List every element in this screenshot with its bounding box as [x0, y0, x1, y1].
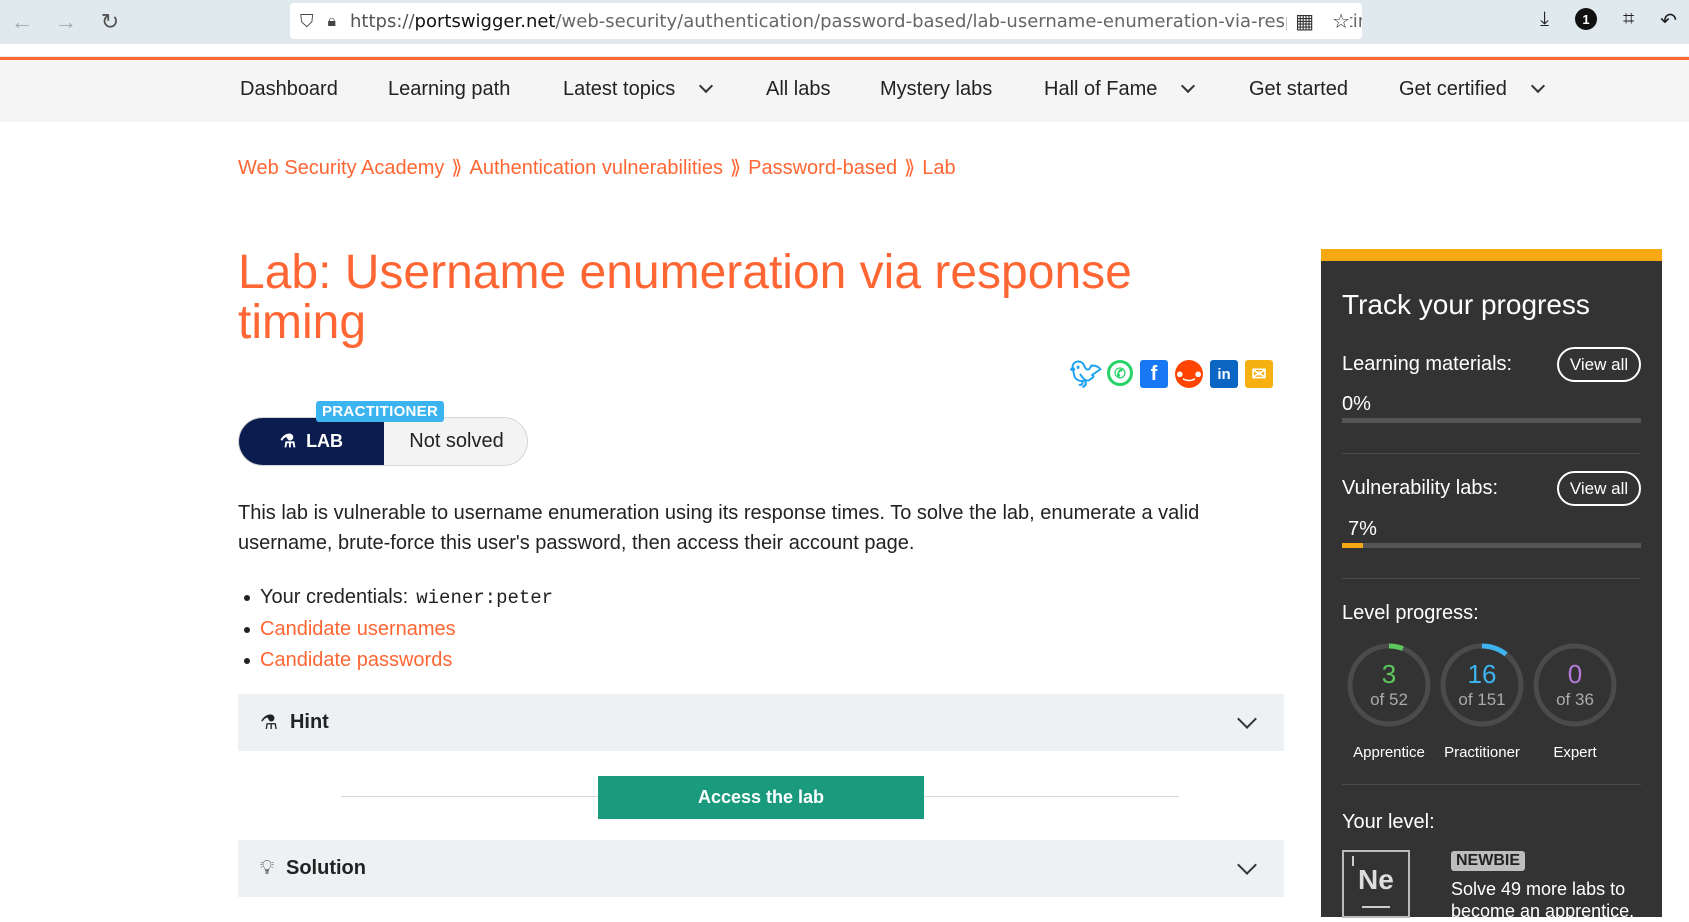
- labs-percent: 7%: [1348, 518, 1377, 540]
- lock-icon[interactable]: 🔒︎: [328, 11, 337, 31]
- chevron-down-icon: [699, 78, 714, 94]
- address-bar[interactable]: ⛉ 🔒︎ https://portswigger.net/web-securit…: [290, 3, 1362, 39]
- nav-hall-of-fame[interactable]: Hall of Fame: [1044, 78, 1196, 101]
- level-progress-label: Level progress:: [1342, 602, 1479, 624]
- email-icon[interactable]: ✉: [1245, 360, 1273, 388]
- level-total: of 52: [1370, 690, 1408, 709]
- lightbulb-icon: 💡︎: [260, 857, 274, 879]
- labs-progress-fill: [1342, 543, 1363, 548]
- qr-code-icon[interactable]: ▦: [1295, 9, 1314, 33]
- bookmark-star-icon[interactable]: ☆: [1332, 9, 1350, 33]
- level-count: 0: [1567, 659, 1583, 689]
- lab-status: Not solved: [409, 430, 504, 452]
- learning-view-all-button[interactable]: View all: [1557, 347, 1641, 382]
- candidate-passwords-link[interactable]: Candidate passwords: [260, 649, 452, 671]
- progress-title: Track your progress: [1342, 289, 1590, 320]
- forward-icon[interactable]: →: [44, 0, 88, 44]
- level-total: of 36: [1556, 690, 1594, 709]
- level-element-icon: Ne: [1342, 850, 1410, 918]
- twitter-icon[interactable]: 🐦︎: [1070, 359, 1103, 389]
- divider: [1342, 784, 1641, 785]
- labs-view-all-button[interactable]: View all: [1557, 471, 1641, 506]
- list-item: Candidate usernames: [238, 614, 553, 645]
- lab-status-badge: ⚗ LAB Not solved: [238, 417, 528, 466]
- nav-latest-topics[interactable]: Latest topics: [563, 78, 714, 101]
- learning-progress-bar: [1342, 418, 1641, 423]
- download-icon[interactable]: ⤓: [1540, 8, 1549, 33]
- reddit-icon[interactable]: ●‿●: [1175, 360, 1203, 388]
- url-prefix: https://: [350, 10, 415, 32]
- divider: [1342, 453, 1641, 454]
- chevron-down-icon: [1237, 709, 1257, 729]
- level-name: Practitioner: [1444, 744, 1520, 761]
- flask-icon: ⚗: [279, 431, 297, 451]
- undo-icon[interactable]: ↶: [1660, 8, 1677, 33]
- flask-icon: ⚗: [260, 712, 278, 734]
- credentials-value: wiener:peter: [416, 587, 554, 609]
- crop-icon[interactable]: ⌗: [1623, 8, 1634, 33]
- breadcrumb-web-security-academy[interactable]: Web Security Academy: [238, 157, 444, 179]
- breadcrumb-authentication[interactable]: Authentication vulnerabilities: [470, 157, 724, 179]
- your-level-label: Your level:: [1342, 811, 1435, 833]
- chevron-down-icon: [1237, 855, 1257, 875]
- page-title: Lab: Username enumeration via response t…: [238, 246, 1132, 349]
- level-badge: NEWBIE: [1451, 851, 1525, 871]
- level-name: Apprentice: [1353, 744, 1425, 761]
- header-strip: [0, 44, 1689, 57]
- learning-materials-label: Learning materials:: [1342, 353, 1513, 375]
- url-path: /web-security/authentication/password-ba…: [555, 10, 1362, 32]
- level-name: Expert: [1553, 744, 1597, 761]
- candidate-usernames-link[interactable]: Candidate usernames: [260, 618, 456, 640]
- browser-toolbar: ← → ↻ ⛉ 🔒︎ https://portswigger.net/web-s…: [0, 0, 1689, 44]
- breadcrumb-lab[interactable]: Lab: [922, 157, 955, 179]
- lab-resources-list: Your credentials: wiener:peter Candidate …: [238, 582, 553, 676]
- hint-accordion[interactable]: ⚗ Hint: [238, 694, 1284, 751]
- labs-progress-bar: [1342, 543, 1641, 548]
- level-count: 16: [1467, 659, 1497, 689]
- shield-icon[interactable]: ⛉: [300, 11, 314, 32]
- main-nav: Dashboard Learning path Latest topics Al…: [0, 60, 1689, 122]
- level-tag: PRACTITIONER: [316, 401, 445, 422]
- credentials-item: Your credentials: wiener:peter: [238, 582, 553, 614]
- back-icon[interactable]: ←: [0, 0, 44, 44]
- nav-all-labs[interactable]: All labs: [766, 78, 830, 101]
- solution-accordion[interactable]: 💡︎ Solution: [238, 840, 1284, 897]
- level-total: of 151: [1458, 690, 1506, 709]
- nav-mystery-labs[interactable]: Mystery labs: [880, 78, 992, 101]
- nav-dashboard[interactable]: Dashboard: [240, 78, 338, 101]
- nav-learning-path[interactable]: Learning path: [388, 78, 510, 101]
- linkedin-icon[interactable]: in: [1210, 360, 1238, 388]
- notification-badge[interactable]: 1: [1574, 8, 1597, 30]
- lab-type-label: ⚗ LAB: [239, 418, 384, 465]
- vulnerability-labs-label: Vulnerability labs:: [1342, 477, 1499, 499]
- nav-get-certified[interactable]: Get certified: [1399, 78, 1545, 101]
- nav-get-started[interactable]: Get started: [1249, 78, 1348, 101]
- whatsapp-icon[interactable]: ✆: [1107, 360, 1133, 386]
- level-count: 3: [1381, 659, 1397, 689]
- reload-icon[interactable]: ↻: [88, 0, 132, 44]
- facebook-icon[interactable]: f: [1140, 360, 1168, 388]
- breadcrumb: Web Security Academy ⟫ Authentication vuln…: [238, 157, 956, 179]
- chevron-down-icon: [1530, 78, 1545, 94]
- learning-percent: 0%: [1342, 393, 1371, 415]
- share-icons: 🐦︎ ✆ f ●‿● in ✉: [1070, 359, 1273, 389]
- divider: [1342, 578, 1641, 579]
- access-lab-button[interactable]: Access the lab: [598, 776, 924, 819]
- level-description: Solve 49 more labs to become an apprenti…: [1451, 879, 1635, 921]
- list-item: Candidate passwords: [238, 645, 553, 676]
- url-host: portswigger.net: [414, 10, 556, 32]
- breadcrumb-password-based[interactable]: Password-based: [748, 157, 897, 179]
- chevron-down-icon: [1181, 78, 1196, 94]
- lab-description: This lab is vulnerable to username enume…: [238, 502, 1200, 554]
- progress-sidebar: Track your progress Learning materials: …: [1321, 249, 1662, 921]
